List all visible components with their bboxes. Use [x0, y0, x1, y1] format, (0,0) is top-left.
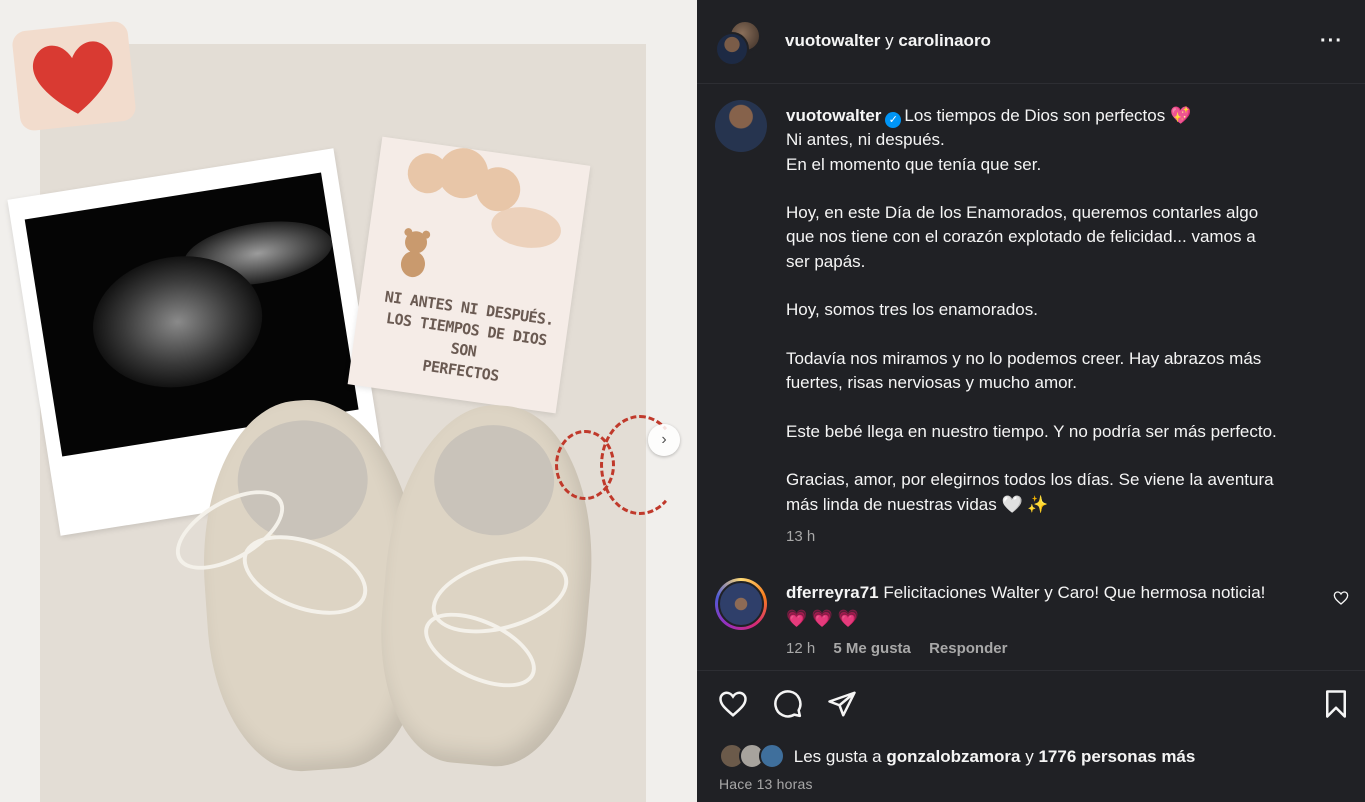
more-options-button[interactable]: ··· — [1320, 30, 1343, 53]
comment-emojis: 💗 💗 💗 — [786, 609, 859, 628]
caption-username[interactable]: vuotowalter — [786, 106, 881, 125]
caption-line: Hoy, somos tres los enamorados. — [786, 300, 1038, 320]
post-image[interactable]: NI ANTES NI DESPUÉS. LOS TIEMPOS DE DIOS… — [0, 0, 697, 802]
comment-like-button[interactable] — [1333, 590, 1349, 611]
comment-bubble-icon — [774, 690, 802, 718]
quote-card-text: NI ANTES NI DESPUÉS. LOS TIEMPOS DE DIOS… — [383, 287, 556, 386]
caption-line: ser papás. — [786, 251, 866, 271]
caption-line: fuertes, risas nerviosas y mucho amor. — [786, 373, 1078, 393]
heart-icon — [32, 41, 113, 114]
collab-avatars[interactable] — [715, 20, 763, 66]
sparkles-emoji: ✨ — [1027, 494, 1049, 514]
avatar[interactable] — [715, 100, 767, 152]
bookmark-icon — [1326, 690, 1346, 718]
caption-line: En el momento que tenía que ser. — [786, 154, 1042, 174]
caption-line — [786, 323, 1346, 347]
caption-text: Los tiempos de Dios son perfectos — [904, 106, 1166, 125]
comment-timestamp[interactable]: 12 h — [786, 640, 815, 657]
author-username[interactable]: vuotowalter — [785, 31, 880, 50]
verified-badge-icon: ✓ — [885, 112, 902, 128]
next-image-button[interactable]: › — [648, 424, 680, 456]
reply-button[interactable]: Responder — [929, 640, 1007, 657]
comment-meta: 12 h 5 Me gusta Responder — [786, 640, 1021, 657]
caption-line — [786, 396, 1346, 420]
caption-line — [786, 177, 1346, 201]
caption-line — [786, 274, 1346, 298]
author-username[interactable]: carolinaoro — [898, 31, 991, 50]
caption-line: Gracias, amor, por elegirnos todos los d… — [786, 470, 1274, 490]
share-button[interactable] — [827, 689, 857, 719]
caption-line: más linda de nuestras vidas — [786, 494, 997, 514]
comment-button[interactable] — [773, 689, 803, 719]
avatar — [759, 743, 785, 769]
liker-avatars — [719, 743, 789, 769]
comment-username[interactable]: dferreyra71 — [786, 583, 879, 602]
liker-username[interactable]: gonzalobzamora — [886, 747, 1020, 766]
caption-line: Todavía nos miramos y no lo podemos cree… — [786, 348, 1262, 368]
caption-line: Hoy, en este Día de los Enamorados, quer… — [786, 203, 1259, 223]
heart-emoji: 💖 — [1169, 106, 1192, 125]
heart-sticker — [11, 20, 137, 132]
comment-text: Felicitaciones Walter y Caro! Que hermos… — [883, 583, 1266, 602]
post-actions: Les gusta a gonzalobzamora y 1776 person… — [697, 670, 1365, 800]
likes-summary[interactable]: Les gusta a gonzalobzamora y 1776 person… — [719, 743, 1195, 769]
paper-plane-icon — [828, 691, 856, 717]
caption-line: Este bebé llega en nuestro tiempo. Y no … — [786, 421, 1277, 441]
save-button[interactable] — [1321, 689, 1351, 719]
caption-timestamp[interactable]: 13 h — [786, 528, 815, 545]
avatar[interactable] — [715, 578, 767, 630]
like-button[interactable] — [718, 689, 748, 719]
comment-likes-count[interactable]: 5 Me gusta — [833, 640, 911, 657]
caption-line — [786, 444, 1346, 468]
caption-line: que nos tiene con el corazón explotado d… — [786, 227, 1256, 247]
caption-line: Ni antes, ni después. — [786, 130, 945, 150]
more-horizontal-icon: ··· — [1320, 30, 1343, 52]
post-authors: vuotowalter y carolinaoro — [785, 31, 991, 50]
avatar[interactable] — [715, 32, 749, 66]
chevron-right-icon: › — [661, 431, 667, 448]
post-sidebar: vuotowalter y carolinaoro ··· vuotowalte… — [697, 0, 1365, 802]
teddy-bear-icon — [400, 228, 431, 278]
white-heart-emoji: 🤍 — [1001, 494, 1023, 514]
quote-card: NI ANTES NI DESPUÉS. LOS TIEMPOS DE DIOS… — [347, 136, 591, 414]
post-header: vuotowalter y carolinaoro ··· — [697, 0, 1365, 84]
heart-outline-icon — [719, 691, 747, 717]
heart-outline-icon — [1333, 591, 1349, 605]
post-timestamp[interactable]: Hace 13 horas — [719, 776, 813, 792]
caption-body: Ni antes, ni después. En el momento que t… — [786, 128, 1346, 492]
likes-count[interactable]: 1776 personas más — [1038, 747, 1195, 766]
